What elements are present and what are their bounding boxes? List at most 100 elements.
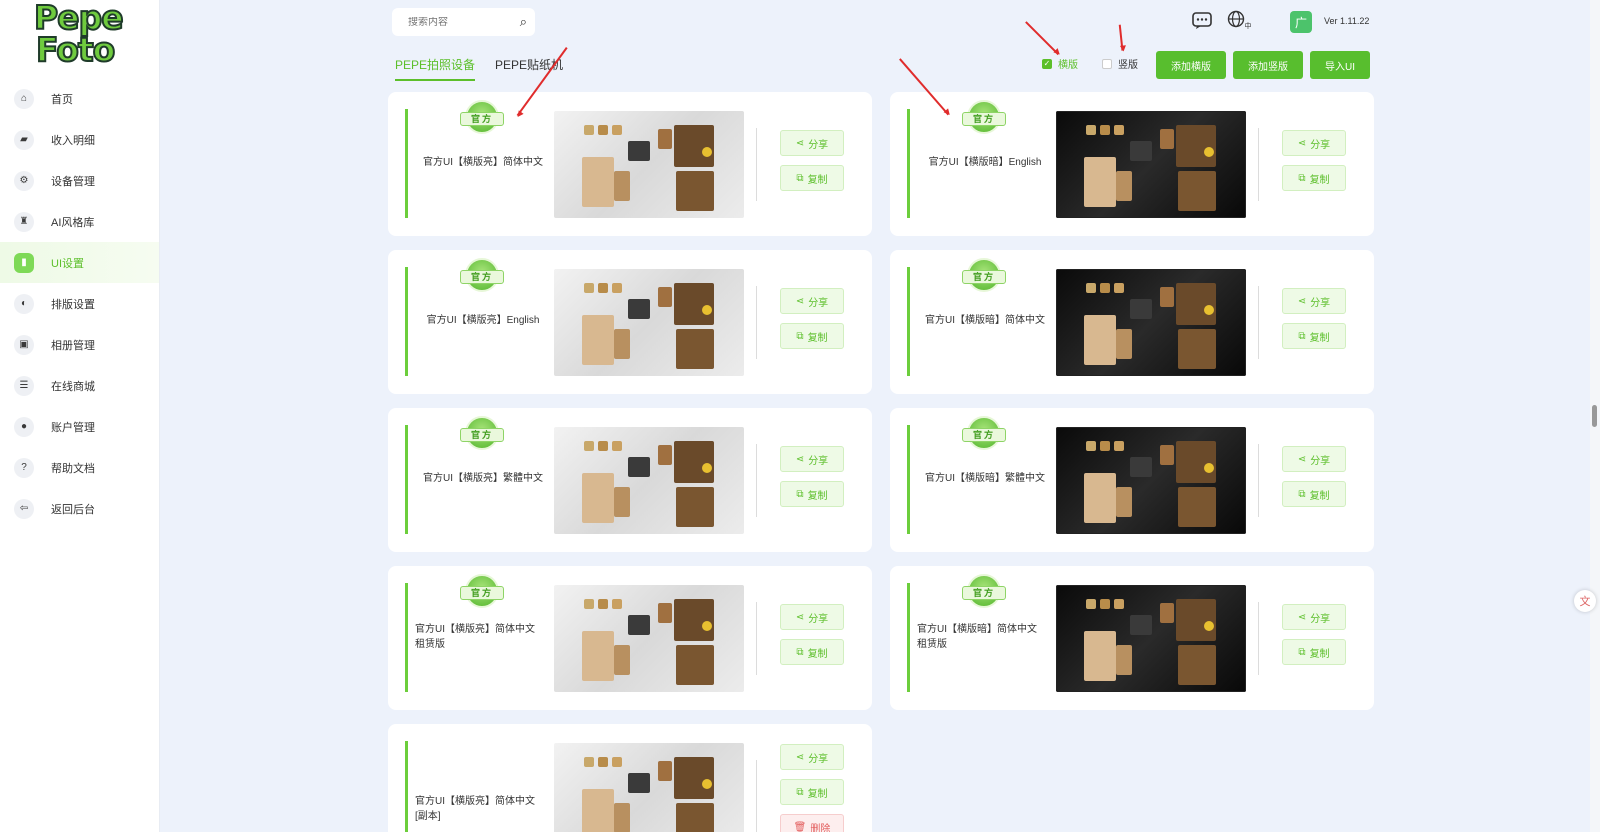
- copy-button[interactable]: ⧉ 复制: [780, 639, 844, 665]
- ui-preview-image[interactable]: [554, 269, 744, 376]
- ad-button[interactable]: 广: [1290, 11, 1312, 33]
- sidebar-item-label: 设备管理: [51, 175, 95, 188]
- gear-icon: ⚙: [14, 170, 34, 191]
- ui-preview-image[interactable]: [554, 743, 744, 832]
- copy-button[interactable]: ⧉ 复制: [1282, 165, 1346, 191]
- preview-element: [582, 473, 614, 523]
- sidebar-item-3[interactable]: ♜ AI风格库: [0, 201, 159, 242]
- share-icon: ⋖: [1297, 453, 1307, 465]
- message-icon[interactable]: [1190, 10, 1214, 32]
- share-button[interactable]: ⋖ 分享: [1282, 130, 1346, 156]
- preview-element: [628, 141, 650, 161]
- sidebar-item-6[interactable]: ▣ 相册管理: [0, 324, 159, 365]
- sidebar-item-1[interactable]: ▰ 收入明细: [0, 119, 159, 160]
- copy-button[interactable]: ⧉ 复制: [1282, 481, 1346, 507]
- portrait-filter[interactable]: 竖版: [1102, 56, 1138, 71]
- divider: [1258, 286, 1259, 359]
- ui-card: 官方 官方UI【横版暗】简体中文 租赁版 ⋖ 分享 ⧉ 复制: [890, 566, 1374, 710]
- copy-label: 复制: [1309, 490, 1330, 502]
- checkbox-checked-icon[interactable]: ✓: [1042, 58, 1052, 69]
- landscape-filter[interactable]: ✓ 横版: [1042, 56, 1078, 71]
- sidebar-item-8[interactable]: ● 账户管理: [0, 406, 159, 447]
- translate-icon[interactable]: 文: [1574, 590, 1596, 612]
- ui-preview-image[interactable]: [1056, 111, 1246, 218]
- preview-element: [582, 631, 614, 681]
- sidebar-item-5[interactable]: ◐ 排版设置: [0, 283, 159, 324]
- sidebar-item-0[interactable]: ⌂ 首页: [0, 78, 159, 119]
- share-button[interactable]: ⋖ 分享: [780, 446, 844, 472]
- copy-icon: ⧉: [1298, 330, 1306, 342]
- preview-element: [584, 283, 594, 293]
- share-button[interactable]: ⋖ 分享: [780, 604, 844, 630]
- pepefoto-logo[interactable]: Pepe Foto: [33, 0, 128, 68]
- preview-element: [658, 603, 672, 623]
- preview-element: [598, 283, 608, 293]
- import-ui-button[interactable]: 导入UI: [1310, 51, 1370, 79]
- preview-element: [582, 315, 614, 365]
- sidebar-item-9[interactable]: ? 帮助文档: [0, 447, 159, 488]
- preview-element: [676, 487, 714, 527]
- ui-card: 官方 官方UI【横版亮】繁體中文 ⋖ 分享 ⧉ 复制: [388, 408, 872, 552]
- add-landscape-button[interactable]: 添加横版: [1156, 51, 1226, 79]
- ui-card: 官方 官方UI【横版暗】English ⋖ 分享 ⧉ 复制: [890, 92, 1374, 236]
- sidebar-item-label: 在线商城: [51, 380, 95, 393]
- divider: [1258, 444, 1259, 517]
- share-button[interactable]: ⋖ 分享: [1282, 446, 1346, 472]
- share-button[interactable]: ⋖ 分享: [780, 288, 844, 314]
- copy-button[interactable]: ⧉ 复制: [1282, 323, 1346, 349]
- scrollbar-thumb[interactable]: [1592, 405, 1597, 427]
- copy-button[interactable]: ⧉ 复制: [1282, 639, 1346, 665]
- share-button[interactable]: ⋖ 分享: [780, 130, 844, 156]
- ui-icon: ▮: [14, 252, 34, 273]
- preview-element: [1178, 329, 1216, 369]
- delete-button[interactable]: 🗑 删除: [780, 814, 844, 832]
- preview-element: [598, 125, 608, 135]
- divider: [1258, 128, 1259, 201]
- ui-preview-image[interactable]: [1056, 585, 1246, 692]
- add-portrait-button[interactable]: 添加竖版: [1233, 51, 1303, 79]
- tab-photo-device[interactable]: PEPE拍照设备: [395, 56, 476, 81]
- search-input[interactable]: [408, 16, 508, 28]
- home-icon: ⌂: [14, 88, 34, 109]
- ad-icon: 广: [1294, 15, 1307, 30]
- ui-preview-image[interactable]: [554, 585, 744, 692]
- search-box[interactable]: ⌕: [392, 8, 535, 36]
- copy-button[interactable]: ⧉ 复制: [780, 165, 844, 191]
- copy-label: 复制: [807, 174, 828, 186]
- sidebar: Pepe Foto ⌂ 首页 ▰ 收入明细 ⚙ 设备管理 ♜ AI风格库 ▮ UI设置 ◐ 排版设置 ▣…: [0, 0, 160, 832]
- sidebar-item-4[interactable]: ▮ UI设置: [0, 242, 159, 283]
- sidebar-item-10[interactable]: ⇦ 返回后台: [0, 488, 159, 529]
- layout-icon: ◐: [14, 293, 34, 314]
- ui-preview-image[interactable]: [554, 111, 744, 218]
- scrollbar[interactable]: [1590, 0, 1600, 832]
- ui-preview-image[interactable]: [554, 427, 744, 534]
- preview-element: [1176, 441, 1216, 483]
- trash-icon: 🗑: [793, 821, 807, 832]
- preview-element: [1116, 171, 1132, 201]
- card-title: 官方UI【横版暗】English: [928, 157, 1042, 168]
- sidebar-item-label: AI风格库: [51, 216, 95, 229]
- checkbox-unchecked-icon[interactable]: [1102, 58, 1112, 69]
- share-button[interactable]: ⋖ 分享: [780, 744, 844, 770]
- sidebar-item-7[interactable]: ☰ 在线商城: [0, 365, 159, 406]
- sidebar-item-label: UI设置: [51, 257, 84, 270]
- preview-element: [1116, 487, 1132, 517]
- language-switch[interactable]: 中: [1224, 10, 1254, 32]
- search-icon[interactable]: ⌕: [520, 14, 527, 30]
- share-button[interactable]: ⋖ 分享: [1282, 604, 1346, 630]
- copy-button[interactable]: ⧉ 复制: [780, 481, 844, 507]
- share-button[interactable]: ⋖ 分享: [1282, 288, 1346, 314]
- card-title: 官方UI【横版暗】简体中文: [925, 315, 1045, 326]
- sidebar-item-2[interactable]: ⚙ 设备管理: [0, 160, 159, 201]
- help-icon: ?: [14, 457, 34, 478]
- card-title-line1: 官方UI【横版暗】简体中文: [917, 624, 1037, 635]
- preview-element: [612, 283, 622, 293]
- sidebar-item-label: 账户管理: [51, 421, 95, 434]
- globe-icon: [1227, 10, 1245, 33]
- palette-icon: ♜: [14, 211, 34, 232]
- ui-preview-image[interactable]: [1056, 427, 1246, 534]
- card-title-line2: [副本]: [415, 811, 441, 822]
- copy-button[interactable]: ⧉ 复制: [780, 779, 844, 805]
- copy-button[interactable]: ⧉ 复制: [780, 323, 844, 349]
- ui-preview-image[interactable]: [1056, 269, 1246, 376]
